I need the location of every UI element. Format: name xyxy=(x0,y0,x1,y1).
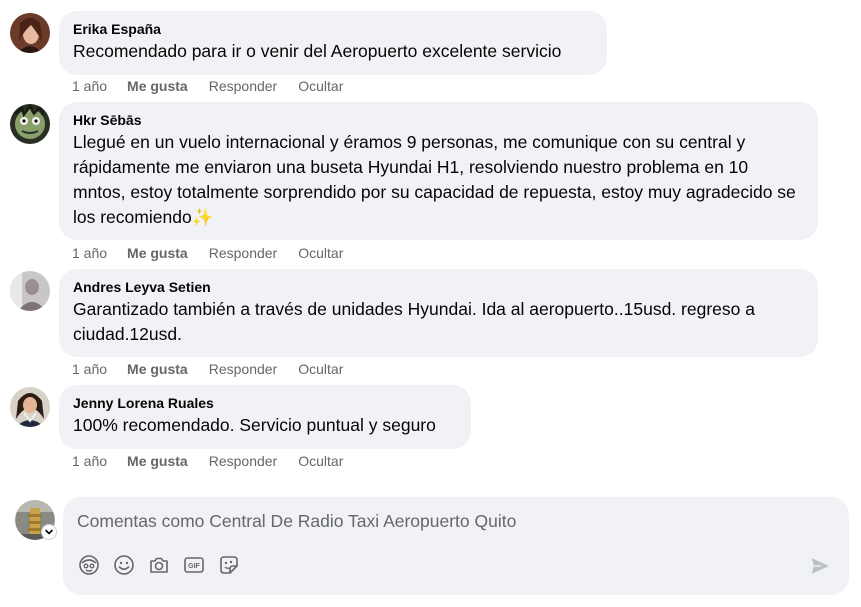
comment-bubble: Hkr Sēbās Llegué en un vuelo internacion… xyxy=(59,102,818,240)
comment-age[interactable]: 1 año xyxy=(72,360,107,378)
comment-actions: 1 año Me gusta Responder Ocultar xyxy=(72,360,364,378)
sticker-icon[interactable] xyxy=(218,554,240,576)
comment-age[interactable]: 1 año xyxy=(72,452,107,470)
hide-button[interactable]: Ocultar xyxy=(298,452,343,470)
reply-button[interactable]: Responder xyxy=(209,452,278,470)
comment-bubble: Andres Leyva Setien Garantizado también … xyxy=(59,269,818,357)
hide-button[interactable]: Ocultar xyxy=(298,244,343,262)
comment-bubble: Erika España Recomendado para ir o venir… xyxy=(59,11,607,75)
emoji-icon[interactable] xyxy=(113,554,135,576)
comment-composer: GIF xyxy=(63,497,849,595)
like-button[interactable]: Me gusta xyxy=(127,360,188,378)
avatar[interactable] xyxy=(10,387,50,427)
avatar[interactable] xyxy=(10,104,50,144)
reply-button[interactable]: Responder xyxy=(209,360,278,378)
hide-button[interactable]: Ocultar xyxy=(298,77,343,95)
comment-text: Llegué en un vuelo internacional y éramo… xyxy=(73,132,796,227)
hide-button[interactable]: Ocultar xyxy=(298,360,343,378)
comment-input[interactable] xyxy=(77,509,777,533)
comment-author[interactable]: Jenny Lorena Ruales xyxy=(73,394,457,413)
svg-text:GIF: GIF xyxy=(188,563,200,570)
comment-text: Garantizado también a través de unidades… xyxy=(73,299,755,344)
avatar[interactable] xyxy=(10,271,50,311)
avatar-sticker-icon[interactable] xyxy=(78,554,100,576)
send-icon[interactable] xyxy=(809,555,831,577)
comment-age[interactable]: 1 año xyxy=(72,244,107,262)
comment-text: 100% recomendado. Servicio puntual y seg… xyxy=(73,415,436,435)
like-button[interactable]: Me gusta xyxy=(127,244,188,262)
comment-age[interactable]: 1 año xyxy=(72,77,107,95)
camera-icon[interactable] xyxy=(148,554,170,576)
gif-icon[interactable]: GIF xyxy=(183,554,205,576)
avatar[interactable] xyxy=(10,13,50,53)
chevron-down-icon[interactable] xyxy=(41,524,57,540)
reply-button[interactable]: Responder xyxy=(209,77,278,95)
like-button[interactable]: Me gusta xyxy=(127,77,188,95)
comment-text: Recomendado para ir o venir del Aeropuer… xyxy=(73,41,562,61)
comment-actions: 1 año Me gusta Responder Ocultar xyxy=(72,452,364,470)
reply-button[interactable]: Responder xyxy=(209,244,278,262)
comment-bubble: Jenny Lorena Ruales 100% recomendado. Se… xyxy=(59,385,471,449)
comment-actions: 1 año Me gusta Responder Ocultar xyxy=(72,244,364,262)
like-button[interactable]: Me gusta xyxy=(127,452,188,470)
comment-actions: 1 año Me gusta Responder Ocultar xyxy=(72,77,364,95)
composer-avatar[interactable] xyxy=(15,500,57,540)
comment-author[interactable]: Hkr Sēbās xyxy=(73,111,804,130)
comment-author[interactable]: Andres Leyva Setien xyxy=(73,278,804,297)
comment-author[interactable]: Erika España xyxy=(73,20,593,39)
